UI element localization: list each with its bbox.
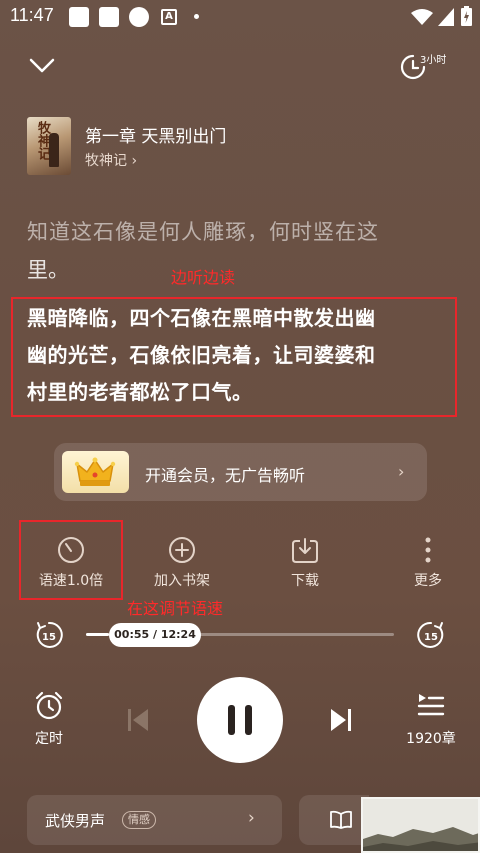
thumbnail-image: [363, 799, 478, 851]
rewind-seconds: 15: [42, 632, 56, 643]
speedometer-icon: [58, 537, 84, 563]
previous-text-line: 里。: [27, 258, 69, 282]
current-text-line: 黑暗降临，四个石像在黑暗中散发出幽: [27, 306, 376, 330]
progress-time-pill[interactable]: 00:55 / 12:24: [109, 623, 201, 647]
sleep-timer-button[interactable]: 3小时: [398, 50, 452, 84]
book-icon: [330, 810, 352, 829]
download-label: 下载: [291, 573, 319, 589]
dot-icon: [194, 14, 199, 19]
notification-icon: [69, 7, 89, 27]
voice-arrow-icon: ›: [248, 808, 255, 828]
pause-button[interactable]: [197, 677, 283, 763]
crown-icon: [74, 457, 116, 486]
current-text-line: 幽的光芒，石像依旧亮着，让司婆婆和: [27, 343, 376, 367]
status-time: 11:47: [10, 5, 54, 25]
alarm-clock-icon: [35, 691, 63, 720]
timer-label: 定时: [35, 731, 63, 747]
more-button[interactable]: 更多: [398, 530, 458, 596]
current-text: 黑暗降临，四个石像在黑暗中散发出幽 幽的光芒，石像依旧亮着，让司婆婆和 村里的老…: [27, 300, 452, 411]
voice-label: 武侠男声: [45, 812, 106, 830]
shelf-label: 加入书架: [154, 573, 210, 589]
more-vertical-icon: [425, 537, 431, 563]
speed-label: 语速1.0倍: [38, 573, 104, 589]
chapter-title: 第一章 天黑别出门: [85, 127, 227, 147]
previous-text-line: 知道这石像是何人雕琢，何时竖在这: [27, 220, 379, 244]
collapse-chevron-icon[interactable]: [29, 58, 55, 74]
previous-track-icon[interactable]: [126, 706, 150, 734]
add-to-shelf-button[interactable]: 加入书架: [142, 530, 222, 596]
floating-thumbnail[interactable]: [361, 797, 480, 853]
signal-icon: [438, 8, 454, 26]
playlist-icon: [417, 694, 445, 716]
more-label: 更多: [414, 573, 442, 589]
add-circle-icon: [169, 537, 195, 563]
notification-icon: [129, 7, 149, 27]
download-icon: [292, 538, 318, 563]
book-cover[interactable]: 牧神记: [27, 117, 71, 175]
vip-arrow-icon: ›: [398, 462, 405, 481]
notification-icon: [99, 7, 119, 27]
pause-icon: [228, 705, 252, 735]
progress-fill: [86, 633, 109, 636]
rewind-15-button[interactable]: 15: [33, 620, 65, 650]
timer-button[interactable]: 定时: [20, 690, 78, 748]
battery-icon: [461, 6, 472, 26]
rewind-15-icon: 15: [36, 621, 63, 648]
timer-label: 3小时: [420, 55, 447, 66]
speed-button[interactable]: 语速1.0倍: [22, 530, 120, 596]
download-button[interactable]: 下载: [270, 530, 340, 596]
voice-tag: 情感: [122, 811, 156, 829]
forward-15-icon: 15: [417, 621, 444, 648]
wifi-icon: [411, 9, 433, 25]
status-bar: 11:47 A: [0, 0, 480, 34]
current-text-line: 村里的老者都松了口气。: [27, 380, 253, 404]
book-name-link[interactable]: 牧神记 ›: [85, 150, 137, 170]
annotation-listen-read: 边听边读: [171, 268, 236, 287]
read-book-button[interactable]: [299, 795, 369, 845]
crown-badge: [62, 451, 129, 493]
a-icon: A: [161, 9, 177, 25]
next-track-icon[interactable]: [329, 706, 353, 734]
forward-seconds: 15: [424, 632, 438, 643]
vip-banner-text: 开通会员，无广告畅听: [145, 466, 306, 485]
chapter-count-label: 1920章: [406, 731, 456, 747]
forward-15-button[interactable]: 15: [415, 620, 447, 650]
annotation-speed: 在这调节语速: [127, 599, 224, 618]
chapter-list-button[interactable]: 1920章: [398, 690, 464, 748]
